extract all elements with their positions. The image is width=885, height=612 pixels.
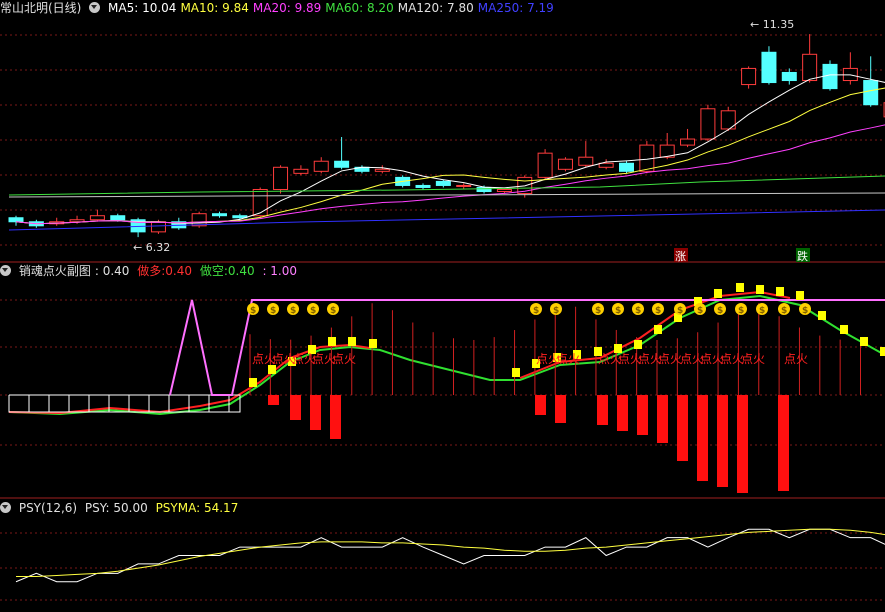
- coin-icon: $: [677, 306, 683, 316]
- candle-body: [537, 152, 553, 178]
- candle-body: [557, 158, 573, 170]
- coin-icon: $: [717, 306, 723, 316]
- drop-bar: [290, 395, 301, 420]
- candle-body: [598, 162, 614, 168]
- drop-bar: [555, 395, 566, 423]
- drop-bar: [535, 395, 546, 415]
- candle-body: [293, 168, 309, 174]
- fire-label: 点火: [658, 352, 682, 366]
- coin-icon: $: [738, 306, 744, 316]
- candle-body: [252, 188, 268, 217]
- signal-marker: [268, 365, 276, 374]
- signal-marker: [348, 337, 356, 346]
- drop-bar: [657, 395, 668, 443]
- drop-bar: [677, 395, 688, 461]
- signal-marker: [776, 287, 784, 296]
- ma20-line: [15, 124, 885, 225]
- signal-marker: [796, 291, 804, 300]
- candle-body: [822, 63, 838, 90]
- candle-body: [415, 184, 431, 188]
- candle-body: [191, 213, 207, 227]
- signal-marker: [756, 285, 764, 294]
- drop-bar: [268, 395, 279, 405]
- stock-chart[interactable]: ← 11.35 ← 6.32 涨 跌 $ $ $ $ $ $ $ $ $ $ $ $ $ $ $ $ $ $ 点火 点火 点火 点…: [0, 0, 885, 612]
- candle-body: [8, 217, 24, 223]
- ma10-line: [15, 87, 885, 225]
- down-badge-text: 跌: [797, 249, 808, 263]
- candle-body: [150, 221, 166, 233]
- coin-icon: $: [270, 306, 276, 316]
- candle-body: [578, 156, 594, 166]
- coin-icon: $: [330, 306, 336, 316]
- signal-marker: [512, 368, 520, 377]
- coin-icon: $: [802, 306, 808, 316]
- drop-bar: [617, 395, 628, 431]
- low-price-label: ← 6.32: [133, 241, 170, 254]
- candle-body: [700, 108, 716, 140]
- drop-bar: [737, 395, 748, 493]
- coin-icon: $: [655, 306, 661, 316]
- signal-marker: [880, 347, 885, 356]
- candle-body: [741, 67, 757, 86]
- signal-line: [169, 299, 885, 396]
- candle-body: [334, 160, 350, 168]
- fire-label: 点火: [784, 352, 808, 366]
- coin-icon: $: [759, 306, 765, 316]
- candle-body: [313, 160, 329, 172]
- drop-bar: [778, 395, 789, 491]
- candle-body: [863, 80, 879, 106]
- candle-body: [435, 180, 451, 186]
- up-badge-text: 涨: [675, 250, 686, 263]
- coin-icon: $: [250, 306, 256, 316]
- signal-marker: [860, 337, 868, 346]
- drop-bar: [310, 395, 321, 430]
- candle-body: [273, 166, 289, 190]
- coin-icon: $: [290, 306, 296, 316]
- candle-body: [619, 162, 634, 172]
- ma5-line: [15, 74, 885, 225]
- signal-marker: [249, 378, 257, 387]
- psy-line: [15, 528, 885, 583]
- candle-body: [781, 71, 797, 82]
- fire-label: 点火: [741, 352, 765, 366]
- drop-bar: [717, 395, 728, 487]
- ma120-line: [8, 192, 885, 198]
- coin-icon: $: [310, 306, 316, 316]
- signal-marker: [634, 340, 642, 349]
- signal-marker: [369, 339, 377, 348]
- candle-body: [496, 188, 512, 193]
- fire-label: 点火: [556, 352, 580, 366]
- signal-marker: [654, 325, 662, 334]
- candle-body: [212, 213, 227, 217]
- coin-icon: $: [781, 306, 787, 316]
- candle-body: [110, 215, 126, 221]
- candle-body: [89, 215, 105, 221]
- candle-body: [802, 53, 818, 82]
- drop-bar: [637, 395, 648, 435]
- high-price-label: ← 11.35: [750, 18, 794, 31]
- coin-icon: $: [615, 306, 621, 316]
- candle-body: [476, 186, 492, 193]
- coin-icon: $: [697, 306, 703, 316]
- candle-body: [761, 51, 777, 84]
- candle-body: [374, 168, 390, 172]
- coin-icon: $: [595, 306, 601, 316]
- signal-marker: [736, 283, 744, 292]
- signal-marker: [328, 337, 336, 346]
- coin-icon: $: [533, 306, 539, 316]
- psyma-line: [16, 528, 885, 577]
- coin-icon: $: [635, 306, 641, 316]
- candle-body: [456, 184, 472, 187]
- drop-bar: [697, 395, 708, 481]
- fire-label: 点火: [332, 352, 356, 366]
- signal-marker: [840, 325, 848, 334]
- drop-bar: [597, 395, 608, 425]
- candle-body: [680, 138, 696, 146]
- coin-icon: $: [553, 306, 559, 316]
- drop-bar: [330, 395, 341, 439]
- signal-marker: [818, 311, 826, 320]
- signal-marker: [714, 289, 722, 298]
